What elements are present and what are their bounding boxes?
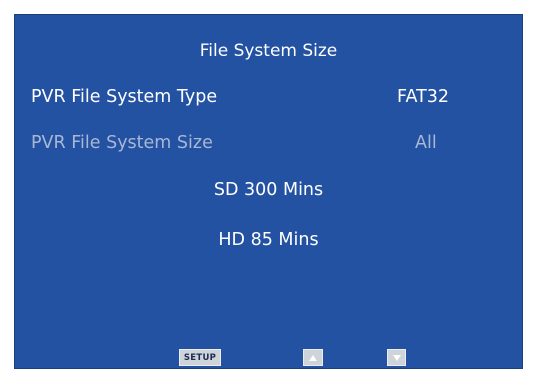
file-system-type-value[interactable]: FAT32 [397,87,449,107]
setup-button[interactable]: SETUP [179,349,221,366]
arrow-down-icon [392,354,401,361]
screen-title: File System Size [199,41,338,61]
file-system-size-label: PVR File System Size [31,133,213,153]
sd-capacity-text: SD 300 Mins [213,180,324,200]
arrow-up-icon [309,354,317,361]
file-system-type-label[interactable]: PVR File System Type [31,87,217,107]
up-button[interactable] [303,349,323,366]
file-system-size-value: All [415,133,437,153]
hd-capacity-text: HD 85 Mins [218,230,319,250]
setup-screen: File System Size PVR File System Type FA… [14,14,523,369]
down-button[interactable] [387,349,406,366]
